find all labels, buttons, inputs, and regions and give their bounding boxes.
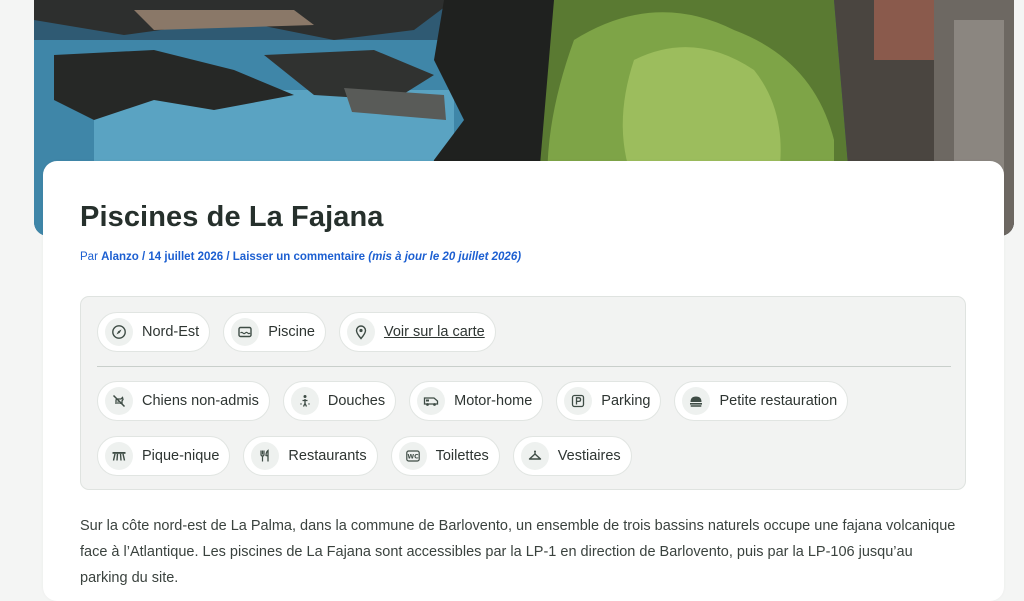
feature-label: Nord-Est xyxy=(142,324,200,340)
motorhome-icon xyxy=(417,387,446,415)
feature-label: Piscine xyxy=(268,324,315,340)
meta-separator: / xyxy=(223,251,233,263)
amenity-showers: Douches xyxy=(282,381,397,421)
picnic-table-icon xyxy=(105,442,133,470)
amenity-restaurants: Restaurants xyxy=(243,436,378,476)
amenity-picnic: Pique-nique xyxy=(97,436,231,476)
comment-link[interactable]: Laisser un commentaire xyxy=(233,251,365,263)
features-panel: Nord-Est Piscine Voir sur la carte Chien… xyxy=(80,296,966,490)
amenity-label: Parking xyxy=(601,393,651,409)
amenity-label: Douches xyxy=(327,393,386,409)
svg-text:WC: WC xyxy=(407,454,419,461)
article-card: Piscines de La Fajana Par Alanzo / 14 ju… xyxy=(43,161,1004,601)
amenity-motorhome: Motor-home xyxy=(409,381,544,421)
updated-date: (mis à jour le 20 juillet 2026) xyxy=(365,251,522,263)
intro-paragraph: Sur la côte nord-est de La Palma, dans l… xyxy=(80,518,956,586)
cutlery-icon xyxy=(251,442,280,470)
pool-icon xyxy=(231,318,260,346)
changing-room-icon xyxy=(520,442,549,470)
page-title: Piscines de La Fajana xyxy=(80,201,384,233)
snack-icon xyxy=(682,387,711,415)
amenity-label: Toilettes xyxy=(435,448,489,464)
no-dogs-icon xyxy=(105,387,133,415)
article-meta: Par Alanzo / 14 juillet 2026 / Laisser u… xyxy=(80,251,521,263)
amenity-no-dogs: Chiens non-admis xyxy=(97,381,270,421)
feature-orientation: Nord-Est xyxy=(97,312,211,352)
compass-icon xyxy=(105,318,133,346)
feature-type: Piscine xyxy=(223,312,326,352)
amenity-label: Motor-home xyxy=(454,393,533,409)
amenity-label: Petite restauration xyxy=(719,393,838,409)
amenity-toilets: WC Toilettes xyxy=(390,436,500,476)
map-link-label[interactable]: Voir sur la carte xyxy=(384,324,485,340)
features-divider xyxy=(97,366,951,367)
meta-separator: / xyxy=(138,251,149,263)
amenities-list: Pique-nique Restaurants WC Toilettes Ves… xyxy=(97,436,632,476)
amenities-list: Chiens non-admis Douches Motor-home Park… xyxy=(97,381,849,421)
meta-prefix: Par xyxy=(80,251,102,263)
amenity-snack: Petite restauration xyxy=(674,381,849,421)
publish-date: 14 juillet 2026 xyxy=(148,251,224,263)
author-link[interactable]: Alanzo xyxy=(101,251,139,263)
amenity-parking: Parking xyxy=(556,381,662,421)
amenity-changing-rooms: Vestiaires xyxy=(512,436,632,476)
parking-icon xyxy=(564,387,593,415)
shower-icon xyxy=(290,387,319,415)
view-on-map-link[interactable]: Voir sur la carte xyxy=(338,312,496,352)
map-pin-icon xyxy=(346,318,375,346)
amenity-label: Restaurants xyxy=(288,448,367,464)
amenity-label: Pique-nique xyxy=(142,448,220,464)
primary-features: Nord-Est Piscine Voir sur la carte xyxy=(97,312,496,352)
amenity-label: Chiens non-admis xyxy=(142,393,259,409)
amenity-label: Vestiaires xyxy=(557,448,621,464)
wc-icon: WC xyxy=(398,442,427,470)
